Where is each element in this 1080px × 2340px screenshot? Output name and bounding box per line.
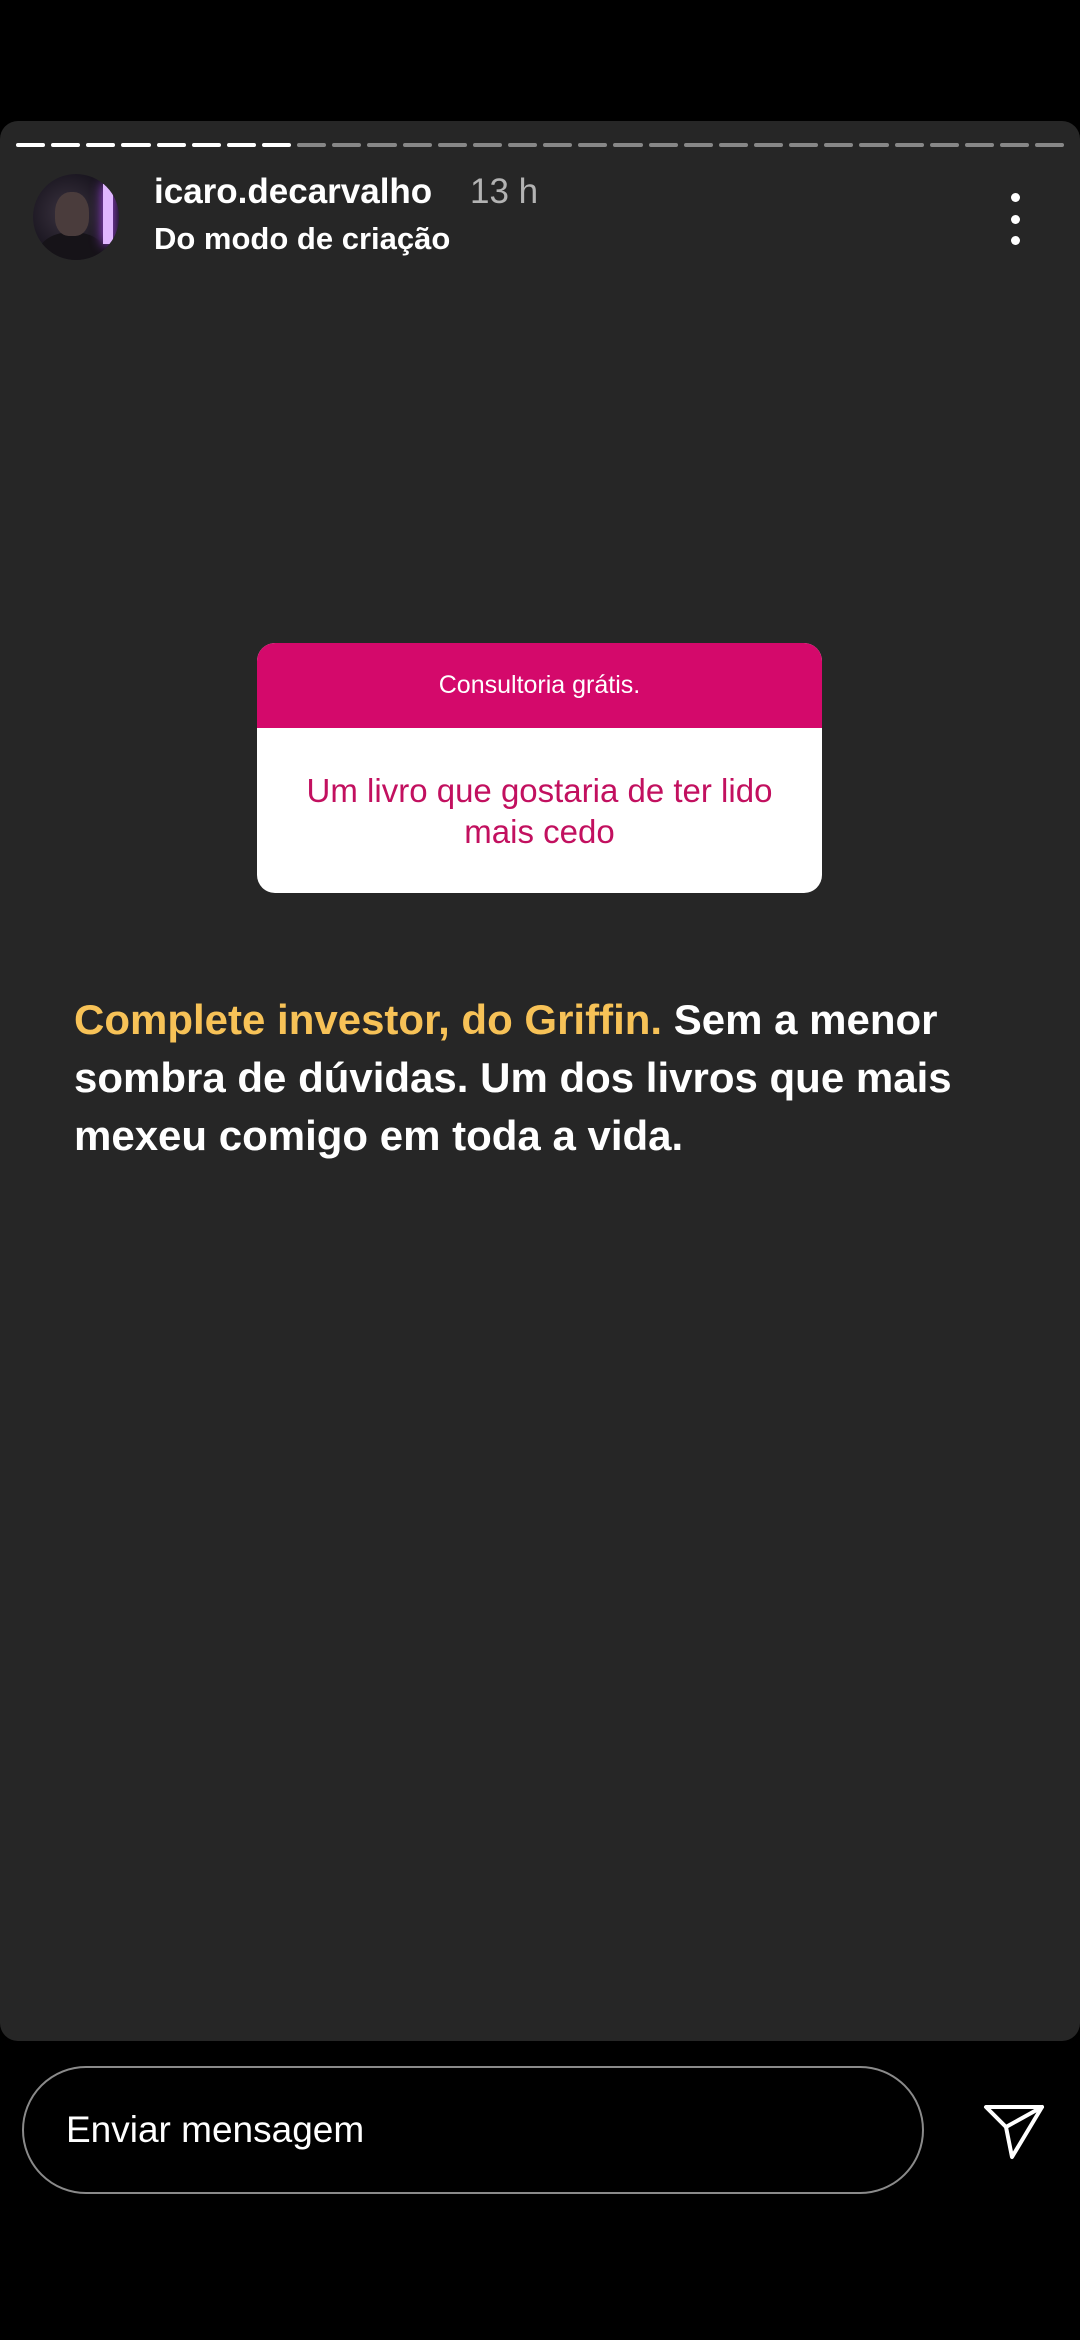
progress-segment xyxy=(929,143,959,147)
progress-segment xyxy=(332,143,362,147)
story-frame[interactable]: icaro.decarvalho 13 h Do modo de criação… xyxy=(0,121,1080,2041)
question-sticker: Consultoria grátis. Um livro que gostari… xyxy=(257,643,822,893)
progress-segment xyxy=(437,143,467,147)
username[interactable]: icaro.decarvalho xyxy=(154,172,432,212)
progress-segment xyxy=(226,143,256,147)
progress-segment xyxy=(1035,143,1065,147)
story-subtitle: Do modo de criação xyxy=(154,221,451,256)
timestamp: 13 h xyxy=(470,172,539,211)
progress-segment xyxy=(789,143,819,147)
story-progress-bar xyxy=(16,143,1065,147)
progress-segment xyxy=(999,143,1030,147)
progress-segment xyxy=(543,143,573,147)
progress-segment xyxy=(86,143,116,147)
progress-segment xyxy=(859,143,889,147)
progress-segment xyxy=(261,143,292,147)
progress-segment xyxy=(683,143,713,147)
message-input[interactable]: Enviar mensagem xyxy=(22,2066,924,2194)
progress-segment xyxy=(16,143,46,147)
progress-segment xyxy=(753,143,784,147)
progress-segment xyxy=(156,143,186,147)
progress-segment xyxy=(613,143,643,147)
progress-segment xyxy=(297,143,327,147)
answer-text: Complete investor, do Griffin. Sem a men… xyxy=(74,991,1024,1165)
send-icon[interactable] xyxy=(982,2101,1046,2161)
progress-segment xyxy=(402,143,432,147)
progress-segment xyxy=(51,143,81,147)
answer-highlight: Complete investor, do Griffin. xyxy=(74,996,663,1043)
question-sticker-header: Consultoria grátis. xyxy=(257,643,822,728)
progress-segment xyxy=(718,143,748,147)
progress-segment xyxy=(824,143,854,147)
progress-segment xyxy=(121,143,151,147)
question-sticker-text: Um livro que gostaria de ter lido mais c… xyxy=(306,771,773,850)
message-input-placeholder: Enviar mensagem xyxy=(66,2109,365,2150)
progress-segment xyxy=(507,143,538,147)
progress-segment xyxy=(578,143,608,147)
progress-segment xyxy=(367,143,397,147)
more-vertical-icon[interactable] xyxy=(995,189,1035,249)
progress-segment xyxy=(472,143,502,147)
progress-segment xyxy=(894,143,924,147)
progress-segment xyxy=(191,143,221,147)
progress-segment xyxy=(964,143,994,147)
story-header: icaro.decarvalho 13 h Do modo de criação xyxy=(33,172,1080,264)
avatar[interactable] xyxy=(33,174,119,260)
progress-segment xyxy=(648,143,678,147)
